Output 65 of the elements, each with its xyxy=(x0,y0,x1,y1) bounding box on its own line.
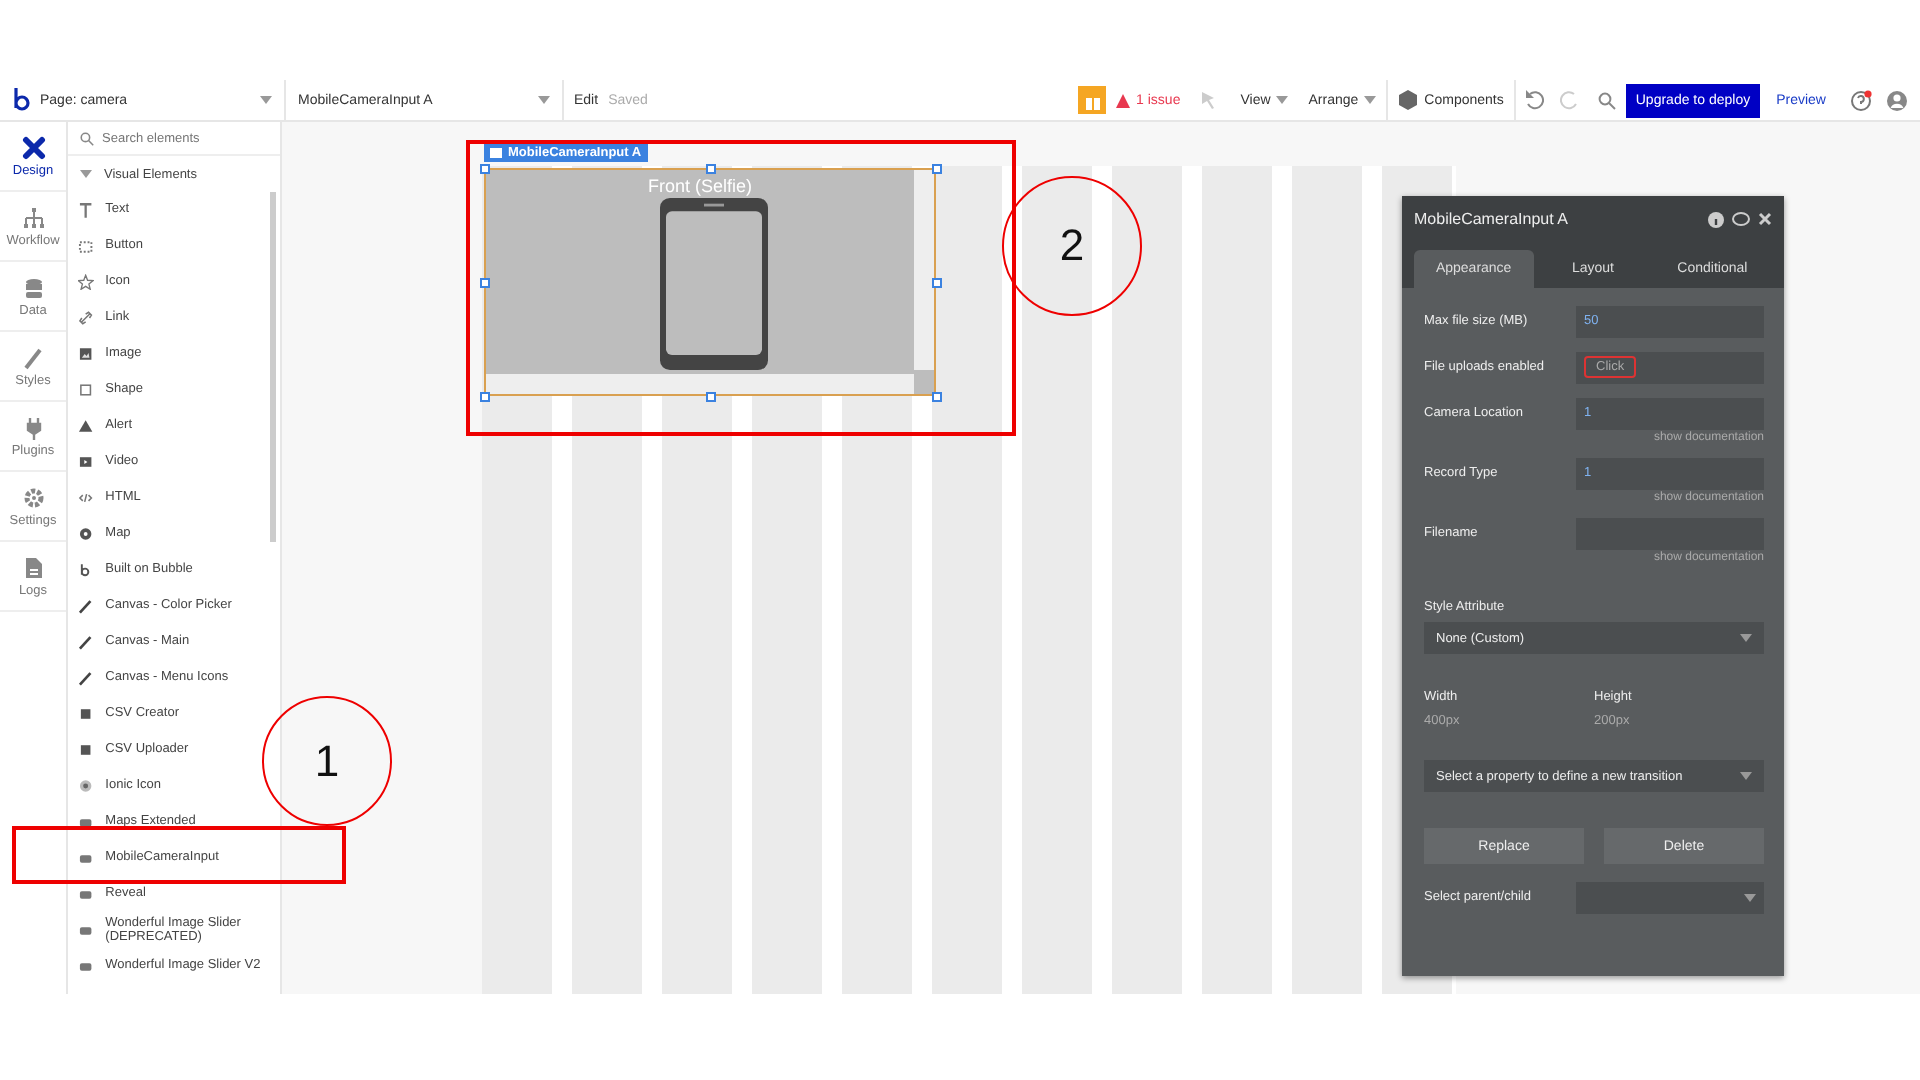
dropdown-caret-icon xyxy=(538,96,550,104)
caret-icon xyxy=(1740,772,1752,780)
dropdown-caret-icon xyxy=(260,96,272,104)
database-icon xyxy=(21,275,45,299)
hierarchy-icon xyxy=(21,205,45,229)
cross-icon xyxy=(21,135,45,159)
resize-handle[interactable] xyxy=(480,278,490,288)
plugin-icon xyxy=(78,850,94,866)
resize-handle[interactable] xyxy=(932,164,942,174)
alert-icon xyxy=(78,418,94,434)
caret-icon xyxy=(1740,634,1752,642)
brush-icon xyxy=(21,345,45,369)
video-icon xyxy=(78,454,94,470)
close-icon[interactable] xyxy=(1758,212,1772,226)
avatar-icon[interactable] xyxy=(1886,89,1908,111)
plugin-icon xyxy=(78,886,94,902)
vertical-scrollbar[interactable] xyxy=(914,170,934,370)
caret-icon xyxy=(1364,96,1377,104)
image-icon xyxy=(78,346,94,362)
circle-icon xyxy=(78,778,94,794)
callout-number: 2 xyxy=(1002,176,1142,316)
caret-icon xyxy=(1744,893,1756,901)
help-icon[interactable] xyxy=(1850,89,1872,111)
resize-handle[interactable] xyxy=(480,164,490,174)
search-icon[interactable] xyxy=(1597,91,1616,109)
text-icon xyxy=(78,202,94,218)
settings-icon xyxy=(21,485,45,509)
camera-icon xyxy=(490,148,502,158)
button-icon xyxy=(78,238,94,254)
horizontal-scrollbar[interactable] xyxy=(486,374,914,394)
plugin-icon xyxy=(78,922,94,938)
plugin-icon xyxy=(78,958,94,974)
doc-icon xyxy=(21,555,45,579)
search-icon xyxy=(80,131,94,145)
resize-handle[interactable] xyxy=(932,392,942,402)
collapse-caret-icon xyxy=(80,170,92,178)
code-icon xyxy=(78,490,94,506)
shape-icon xyxy=(78,382,94,398)
element-text: Front (Selfie) xyxy=(645,176,754,196)
resize-handle[interactable] xyxy=(932,278,942,288)
scrollbar[interactable] xyxy=(270,192,276,542)
pin-icon xyxy=(78,526,94,542)
square-icon xyxy=(78,742,94,758)
panel-title: MobileCameraInput A xyxy=(1414,210,1570,228)
brush-icon xyxy=(78,598,94,614)
plug-icon xyxy=(21,415,45,439)
resize-handle[interactable] xyxy=(480,392,490,402)
star-icon xyxy=(78,274,94,290)
plugin-icon xyxy=(78,814,94,830)
resize-handle[interactable] xyxy=(706,392,716,402)
brush-icon xyxy=(78,634,94,650)
resize-handle[interactable] xyxy=(706,164,716,174)
phone-icon xyxy=(660,198,768,370)
info-icon[interactable] xyxy=(1708,211,1724,227)
logo-icon xyxy=(78,562,94,578)
caret-icon xyxy=(1276,96,1289,104)
gift-icon[interactable] xyxy=(1078,86,1107,114)
brush-icon xyxy=(78,670,94,686)
comment-icon[interactable] xyxy=(1732,211,1750,227)
bubble-logo-icon[interactable] xyxy=(12,88,32,112)
warning-icon xyxy=(1116,93,1131,107)
callout-number: 1 xyxy=(262,696,392,826)
undo-icon[interactable] xyxy=(1523,90,1544,110)
cube-icon xyxy=(1398,90,1419,110)
square-icon xyxy=(78,706,94,722)
